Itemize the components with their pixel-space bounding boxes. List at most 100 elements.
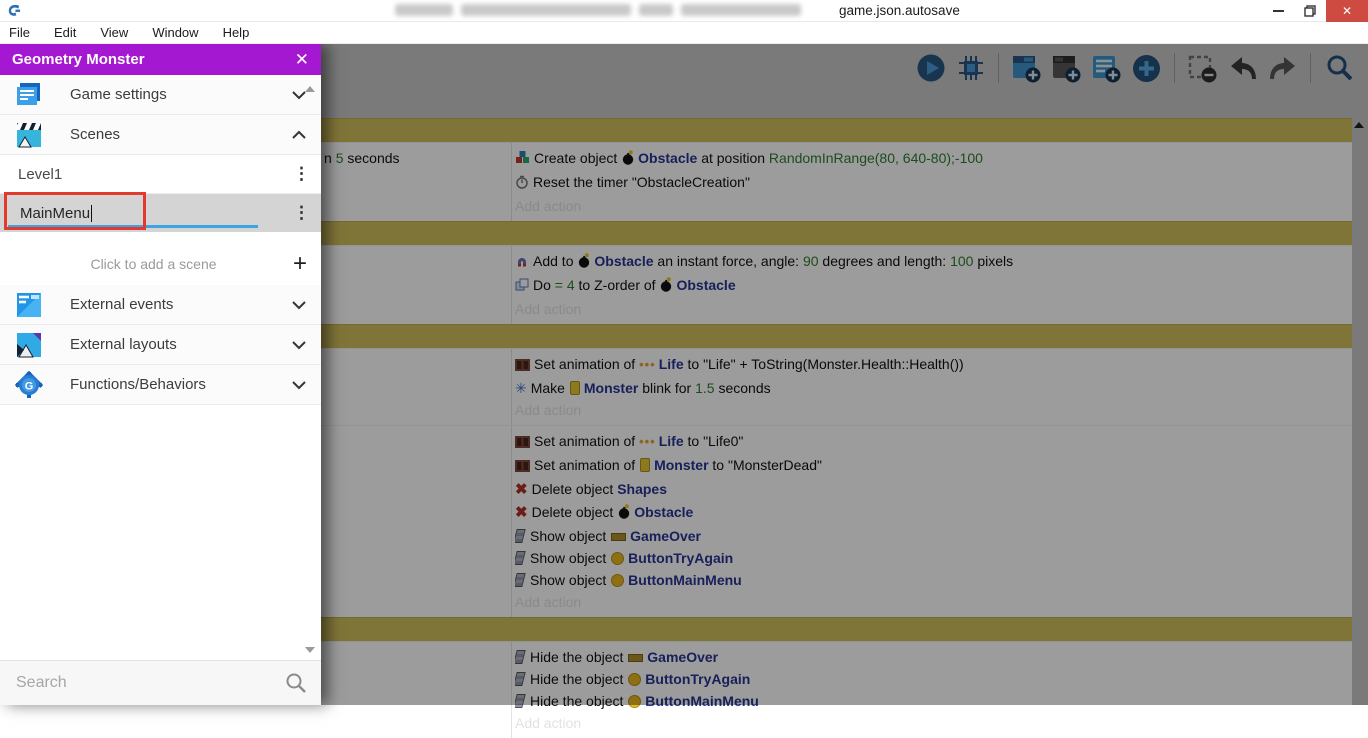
action-row[interactable]: ✳ Make Monster blink for 1.5 seconds (515, 377, 1352, 399)
object-link[interactable]: ButtonMainMenu (628, 572, 742, 588)
event-block[interactable]: Add to Obstacle an instant force, angle:… (321, 245, 1352, 324)
add-action-link[interactable]: Add action (515, 298, 1352, 320)
action-row[interactable]: Create object Obstacle at position Rando… (515, 147, 1352, 171)
object-link[interactable]: Obstacle (634, 504, 693, 520)
minimize-button[interactable] (1262, 0, 1294, 22)
close-button[interactable]: ✕ (1326, 0, 1368, 22)
undo-button[interactable] (1227, 53, 1258, 84)
actions-column[interactable]: Set animation of ••• Life to "Life" + ToS… (512, 349, 1352, 425)
action-row[interactable]: Show object GameOver (515, 525, 1352, 547)
life-icon: ••• (639, 434, 656, 449)
search-icon (286, 673, 306, 693)
add-something-button[interactable] (1131, 53, 1162, 84)
object-link[interactable]: GameOver (647, 649, 718, 665)
actions-column[interactable]: Set animation of ••• Life to "Life0" Set a… (512, 426, 1352, 617)
close-icon[interactable]: ✕ (295, 50, 309, 70)
event-group-bar[interactable] (321, 324, 1352, 348)
sidebar-item-game-settings[interactable]: Game settings (0, 75, 321, 115)
action-row[interactable]: ✖ Delete object Shapes (515, 478, 1352, 501)
object-link[interactable]: Monster (654, 457, 708, 473)
add-action-link[interactable]: Add action (515, 195, 1352, 217)
add-action-link[interactable]: Add action (515, 399, 1352, 421)
scene-item-level1[interactable]: Level1 ⋮ (0, 155, 321, 194)
actions-column[interactable]: Create object Obstacle at position Rando… (512, 143, 1352, 221)
action-row[interactable]: Set animation of Monster to "MonsterDead… (515, 454, 1352, 478)
event-block[interactable]: Set animation of ••• Life to "Life" + ToS… (321, 348, 1352, 425)
sidebar-item-external-layouts[interactable]: External layouts (0, 325, 321, 365)
chevron-down-icon (292, 300, 306, 309)
action-row[interactable]: Hide the object ButtonMainMenu (515, 690, 1352, 712)
condition-row[interactable]: n 5 seconds (324, 147, 511, 169)
object-link[interactable]: Life (659, 356, 684, 372)
action-row[interactable]: Show object ButtonMainMenu (515, 569, 1352, 591)
actions-column[interactable]: Hide the object GameOver Hide the object … (512, 642, 1352, 738)
events-scrollbar[interactable] (1352, 44, 1368, 705)
action-row[interactable]: Show object ButtonTryAgain (515, 547, 1352, 569)
scroll-up-arrow-icon[interactable] (1354, 122, 1364, 128)
action-row[interactable]: Set animation of ••• Life to "Life0" (515, 430, 1352, 454)
preview-play-button[interactable] (915, 53, 946, 84)
kebab-menu-icon[interactable]: ⋮ (293, 164, 310, 184)
instruction-text: to (683, 356, 704, 372)
menu-view[interactable]: View (100, 25, 128, 40)
object-link[interactable]: ButtonTryAgain (645, 671, 750, 687)
restore-button[interactable] (1294, 0, 1326, 22)
scene-item-editing[interactable]: MainMenu ⋮ (0, 192, 321, 232)
conditions-column[interactable] (321, 426, 512, 617)
event-group-bar[interactable] (321, 221, 1352, 245)
sidebar-item-functions-behaviors[interactable]: G Functions/Behaviors (0, 365, 321, 405)
conditions-column[interactable] (321, 349, 512, 425)
action-row[interactable]: Add to Obstacle an instant force, angle:… (515, 250, 1352, 274)
action-row[interactable]: Hide the object GameOver (515, 646, 1352, 668)
drawer-scroll-up-icon[interactable] (305, 86, 315, 92)
events-toolbar (915, 49, 1354, 87)
object-link[interactable]: GameOver (630, 528, 701, 544)
event-block[interactable]: Set animation of ••• Life to "Life0" Set a… (321, 425, 1352, 617)
search-input[interactable] (14, 673, 285, 693)
sidebar-item-external-events[interactable]: External events (0, 285, 321, 325)
actions-column[interactable]: Add to Obstacle an instant force, angle:… (512, 246, 1352, 324)
add-comment-button[interactable] (1091, 53, 1122, 84)
add-subevent-button[interactable] (1051, 53, 1082, 84)
delete-event-button[interactable] (1187, 53, 1218, 84)
ybutton-icon (628, 695, 642, 708)
drawer-scroll-down-icon[interactable] (305, 647, 315, 653)
plus-icon[interactable]: + (293, 252, 307, 276)
action-row[interactable]: Set animation of ••• Life to "Life" + ToS… (515, 353, 1352, 377)
menu-edit[interactable]: Edit (54, 25, 76, 40)
debugger-button[interactable] (955, 53, 986, 84)
add-action-link[interactable]: Add action (515, 712, 1352, 734)
menu-file[interactable]: File (9, 25, 30, 40)
conditions-column[interactable] (321, 246, 512, 324)
add-scene-row[interactable]: Click to add a scene + (0, 243, 321, 285)
event-group-bar[interactable] (321, 617, 1352, 641)
event-block[interactable]: n 5 seconds Create object Obstacle at pos… (321, 142, 1352, 221)
event-block[interactable]: Hide the object GameOver Hide the object … (321, 641, 1352, 738)
object-link[interactable]: Obstacle (676, 277, 735, 293)
object-link[interactable]: Obstacle (638, 150, 697, 166)
menu-help[interactable]: Help (223, 25, 250, 40)
redo-button[interactable] (1267, 53, 1298, 84)
object-link[interactable]: Monster (584, 380, 638, 396)
event-group-bar[interactable] (321, 118, 1352, 142)
external-events-icon (14, 290, 44, 320)
add-event-button[interactable] (1011, 53, 1042, 84)
object-link[interactable]: ButtonMainMenu (645, 693, 759, 709)
kebab-menu-icon[interactable]: ⋮ (293, 203, 310, 223)
conditions-column[interactable] (321, 642, 512, 738)
menu-window[interactable]: Window (152, 25, 198, 40)
object-link[interactable]: ButtonTryAgain (628, 550, 733, 566)
action-row[interactable]: Hide the object ButtonTryAgain (515, 668, 1352, 690)
conditions-column[interactable]: n 5 seconds (321, 143, 512, 221)
object-link[interactable]: Obstacle (594, 253, 653, 269)
object-link[interactable]: Shapes (617, 481, 667, 497)
action-row[interactable]: ✖ Delete object Obstacle (515, 501, 1352, 525)
scene-name-input-value: MainMenu (20, 204, 91, 222)
search-events-button[interactable] (1323, 53, 1354, 84)
action-row[interactable]: Do = 4 to Z-order of Obstacle (515, 274, 1352, 298)
action-row[interactable]: Reset the timer "ObstacleCreation" (515, 171, 1352, 195)
object-link[interactable]: Life (659, 433, 684, 449)
sidebar-item-scenes[interactable]: Scenes (0, 115, 321, 155)
scene-name-input[interactable]: MainMenu (0, 194, 293, 232)
add-action-link[interactable]: Add action (515, 591, 1352, 613)
